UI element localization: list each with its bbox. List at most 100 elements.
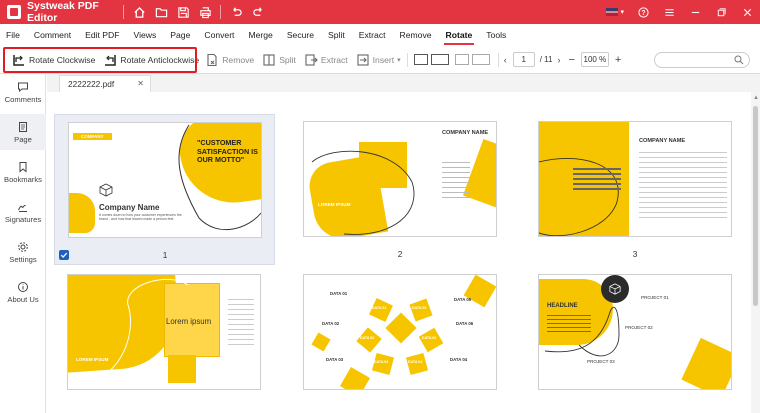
page-thumbnail-frame-3[interactable]: COMPANY NAME 3 <box>525 114 746 265</box>
extract-button[interactable]: Extract <box>304 46 348 74</box>
menu-views[interactable]: Views <box>134 24 157 46</box>
zoom-input[interactable]: 100 % <box>580 52 609 67</box>
document-tab[interactable]: 2222222.pdf ✕ <box>59 75 151 92</box>
search-input[interactable] <box>654 52 750 68</box>
sidebar-item-comments[interactable]: Comments <box>0 74 46 110</box>
page-art <box>311 332 331 352</box>
page-thumbnail-frame-4[interactable]: Lorem ipsum LOREM IPSUM <box>54 267 275 407</box>
split-icon <box>263 53 275 66</box>
document-tab-bar: 2222222.pdf ✕ <box>47 74 760 92</box>
page-thumbnail-frame-2[interactable]: COMPANY NAME LOREM IPSUM 2 <box>290 114 511 265</box>
page-art <box>442 162 470 202</box>
page-art <box>356 327 382 353</box>
split-button[interactable]: Split <box>262 46 296 74</box>
scroll-up-icon[interactable]: ▲ <box>753 95 759 101</box>
next-page-icon[interactable]: › <box>557 55 560 65</box>
page-art <box>385 312 417 344</box>
cube-icon <box>99 183 113 197</box>
menu-split[interactable]: Split <box>328 24 345 46</box>
single-page-view-icon[interactable] <box>413 54 428 65</box>
sidebar-label-bookmarks: Bookmarks <box>4 174 42 184</box>
page-total: / 11 <box>539 55 553 64</box>
vertical-scrollbar[interactable]: ▲ <box>751 92 760 413</box>
page-art <box>311 150 415 235</box>
double-page-view-icon[interactable] <box>430 54 449 65</box>
page-number-input[interactable]: 1 <box>512 52 535 67</box>
help-icon[interactable]: ? <box>630 0 656 24</box>
page-text: LOREM IPSUM <box>318 202 351 207</box>
sidebar-item-signatures[interactable]: Signatures <box>0 194 46 230</box>
menu-rotate[interactable]: Rotate <box>443 24 474 46</box>
menu-extract[interactable]: Extract <box>359 24 386 46</box>
page-thumbnail-frame-6[interactable]: HEADLINE PROJECT 01 PROJECT 02 PROJECT 0… <box>525 267 746 407</box>
left-sidebar: Comments Page Bookmarks Signatures Setti… <box>0 74 46 413</box>
page-text: DATA 06 <box>422 336 437 340</box>
menu-icon[interactable] <box>656 0 682 24</box>
restore-icon[interactable] <box>708 0 734 24</box>
close-icon[interactable] <box>734 0 760 24</box>
scroll-thumb[interactable] <box>753 106 758 306</box>
checkmark-icon <box>60 252 68 258</box>
fit-width-view-icon[interactable] <box>471 54 490 65</box>
page-art <box>409 298 433 322</box>
insert-caret-icon: ▾ <box>397 56 401 64</box>
language-flag-icon[interactable] <box>606 8 619 16</box>
split-label: Split <box>279 54 296 65</box>
remove-page-icon <box>207 53 217 66</box>
menu-tools[interactable]: Tools <box>486 24 506 46</box>
menu-page[interactable]: Page <box>170 24 190 46</box>
page-art <box>339 366 371 389</box>
page-text: HEADLINE <box>547 303 578 309</box>
zoom-in-icon[interactable]: + <box>615 54 621 66</box>
page-thumbnail-frame-1[interactable]: COMPANY "CUSTOMER SATISFACTION IS OUR MO… <box>54 114 275 265</box>
page-thumbnail-grid: COMPANY "CUSTOMER SATISFACTION IS OUR MO… <box>47 92 751 413</box>
fit-page-view-icon[interactable] <box>454 54 469 65</box>
page-thumbnail: Lorem ipsum LOREM IPSUM <box>67 274 261 390</box>
open-folder-icon[interactable] <box>150 1 172 23</box>
page-text: LOREM IPSUM <box>76 357 109 362</box>
sidebar-label-comments: Comments <box>4 94 42 104</box>
menu-file[interactable]: File <box>6 24 20 46</box>
insert-icon <box>357 53 369 66</box>
sidebar-item-bookmarks[interactable]: Bookmarks <box>0 154 46 190</box>
insert-button[interactable]: Insert ▾ <box>356 46 401 74</box>
page-text: DATA 03 <box>326 357 344 362</box>
title-bar: Systweak PDF Editor ▾ ? <box>0 0 760 24</box>
menu-secure[interactable]: Secure <box>287 24 314 46</box>
page-text: DATA 04 <box>408 360 423 364</box>
remove-button[interactable]: Remove <box>205 46 254 74</box>
page-text: PROJECT 01 <box>641 295 669 300</box>
extract-label: Extract <box>320 54 348 65</box>
previous-page-icon[interactable]: ‹ <box>504 55 507 65</box>
menu-convert[interactable]: Convert <box>204 24 234 46</box>
minimize-icon[interactable] <box>682 0 708 24</box>
print-icon[interactable] <box>194 1 216 23</box>
undo-icon[interactable] <box>225 1 247 23</box>
app-logo-icon <box>7 5 21 19</box>
page-text: DATA 02 <box>322 321 340 326</box>
sidebar-item-settings[interactable]: Settings <box>0 234 46 270</box>
extract-icon <box>305 53 318 66</box>
page-text: DATA 02 <box>360 336 375 340</box>
page-select-checkbox[interactable] <box>59 250 69 260</box>
sidebar-label-page: Page <box>14 134 32 144</box>
page-text: PROJECT 03 <box>587 359 615 364</box>
tab-close-icon[interactable]: ✕ <box>137 79 144 88</box>
language-caret-icon[interactable]: ▾ <box>620 8 624 16</box>
page-thumbnail-frame-5[interactable]: DATA 01 DATA 02 DATA 03 DATA 04 DATA 05 … <box>290 267 511 407</box>
save-icon[interactable] <box>172 1 194 23</box>
menu-remove[interactable]: Remove <box>400 24 432 46</box>
page-text: Lorem ipsum <box>166 317 212 326</box>
page-art <box>369 298 393 322</box>
menu-edit-pdf[interactable]: Edit PDF <box>85 24 119 46</box>
page-art <box>371 352 395 376</box>
sidebar-item-page[interactable]: Page <box>0 114 46 150</box>
sidebar-item-about-us[interactable]: About Us <box>0 274 46 310</box>
redo-icon[interactable] <box>247 1 269 23</box>
menu-merge[interactable]: Merge <box>248 24 272 46</box>
page-art <box>639 152 727 222</box>
home-icon[interactable] <box>128 1 150 23</box>
page-text: Company Name <box>99 203 160 212</box>
menu-comment[interactable]: Comment <box>34 24 71 46</box>
zoom-out-icon[interactable]: − <box>568 54 574 66</box>
